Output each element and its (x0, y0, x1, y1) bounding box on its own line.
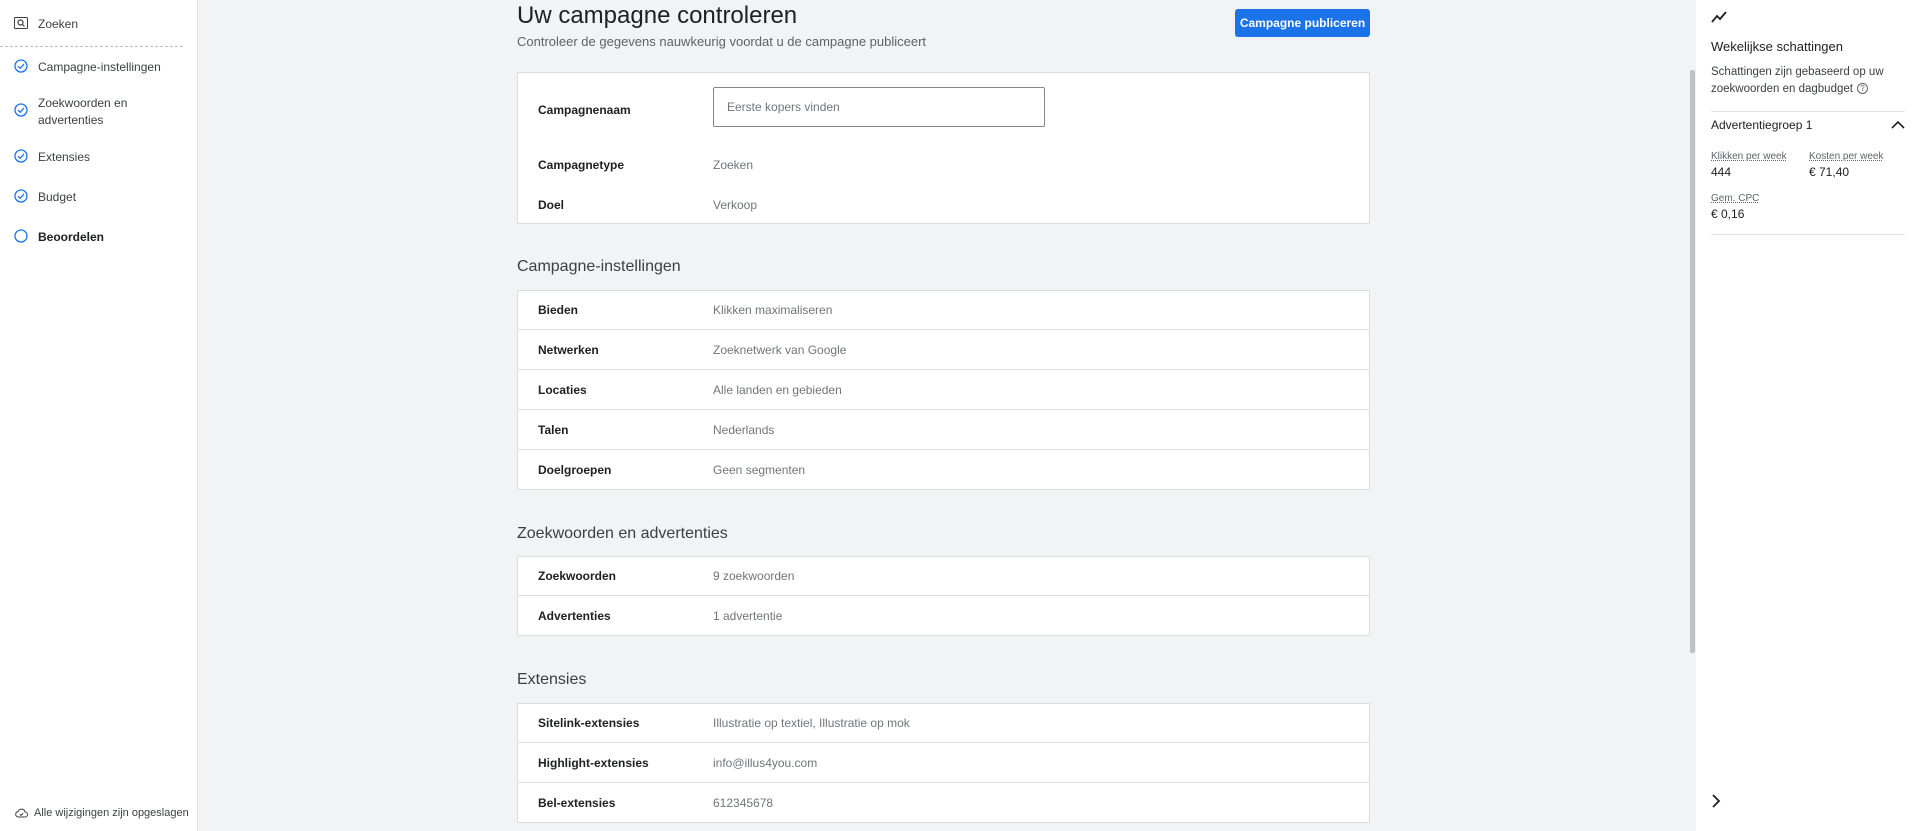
row-value: Nederlands (713, 422, 775, 437)
sidebar-item-zoekwoorden[interactable]: Zoekwoorden en advertenties (0, 95, 150, 129)
campaign-name-label: Campagnenaam (538, 103, 631, 117)
row-value: Alle landen en gebieden (713, 382, 842, 397)
row-value: Geen segmenten (713, 462, 806, 477)
sidebar-item-label: Budget (38, 190, 77, 204)
avg-cpc-label: Gem. CPC (1711, 193, 1760, 204)
avg-cpc-stat: Gem. CPC € 0,16 (1711, 193, 1759, 221)
empty-circle-icon (14, 229, 28, 243)
row-value: 1 advertentie (713, 608, 783, 623)
estimates-panel: Wekelijkse schattingen Schattingen zijn … (1696, 0, 1920, 831)
saved-status-text: Alle wijzigingen zijn opgeslagen (34, 807, 189, 819)
extensions-row-highlight[interactable]: Highlight-extensies info@illus4you.com (517, 743, 1370, 783)
publish-campaign-button[interactable]: Campagne publiceren (1235, 9, 1370, 37)
row-value: Klikken maximaliseren (713, 303, 833, 317)
campaign-goal-value: Verkoop (713, 198, 758, 212)
row-value: Zoeknetwerk van Google (713, 342, 847, 357)
search-box-icon (14, 16, 28, 30)
row-value: 612345678 (713, 795, 774, 810)
extensions-row-bel[interactable]: Bel-extensies 612345678 (517, 783, 1370, 823)
clicks-per-week-stat: Klikken per week 444 (1711, 151, 1787, 179)
campaign-goal-label: Doel (538, 198, 565, 212)
section-title-extensies: Extensies (517, 671, 587, 688)
sidebar-item-budget[interactable]: Budget (0, 189, 90, 206)
estimates-description: Schattingen zijn gebaseerd op uw zoekwoo… (1711, 64, 1911, 98)
check-circle-icon (14, 59, 28, 73)
check-circle-icon (14, 149, 28, 163)
keywords-row-zoekwoorden[interactable]: Zoekwoorden 9 zoekwoorden (517, 556, 1370, 596)
row-value: 9 zoekwoorden (713, 569, 795, 583)
campaign-name-input[interactable] (713, 87, 1045, 127)
row-key: Locaties (538, 382, 587, 397)
divider (1711, 111, 1905, 112)
row-key: Talen (538, 422, 569, 437)
divider (1711, 234, 1905, 235)
row-key: Bieden (538, 303, 579, 317)
trending-up-icon (1711, 10, 1727, 29)
help-icon[interactable]: ? (1856, 83, 1868, 94)
page-subtitle: Controleer de gegevens nauwkeurig voorda… (517, 34, 927, 49)
check-circle-icon (14, 103, 28, 117)
keywords-row-advertenties[interactable]: Advertenties 1 advertentie (517, 596, 1370, 636)
main-scrollbar[interactable] (1690, 70, 1695, 653)
page-title: Uw campagne controleren (517, 2, 798, 29)
settings-row-locaties[interactable]: Locaties Alle landen en gebieden (517, 370, 1370, 410)
sidebar-item-extensies[interactable]: Extensies (0, 149, 104, 166)
campaign-summary-card: Campagnenaam Campagnetype Zoeken Doel Ve… (517, 72, 1370, 224)
row-key: Doelgroepen (538, 462, 612, 477)
extensions-row-sitelink[interactable]: Sitelink-extensies Illustratie op textiel… (517, 703, 1370, 743)
sidebar-item-label: Zoekwoorden en advertenties (38, 96, 128, 127)
estimates-title: Wekelijkse schattingen (1711, 39, 1843, 54)
ad-group-header[interactable]: Advertentiegroep 1 (1711, 118, 1905, 132)
check-circle-icon (14, 189, 28, 203)
row-key: Netwerken (538, 342, 599, 357)
campaign-type-value: Zoeken (713, 158, 754, 172)
extensions-list: Sitelink-extensies Illustratie op textiel… (517, 703, 1370, 823)
sidebar-item-campagne-instellingen[interactable]: Campagne-instellingen (0, 59, 175, 76)
ad-group-label: Advertentiegroep 1 (1711, 118, 1813, 132)
row-key: Bel-extensies (538, 795, 616, 810)
chevron-up-icon[interactable] (1891, 118, 1905, 132)
row-key: Highlight-extensies (538, 755, 649, 770)
section-title-campagne-instellingen: Campagne-instellingen (517, 258, 681, 275)
sidebar-item-label: Extensies (38, 150, 91, 164)
row-key: Advertenties (538, 608, 611, 623)
clicks-per-week-value: 444 (1711, 165, 1732, 179)
cost-per-week-label: Kosten per week (1809, 151, 1884, 162)
cost-per-week-stat: Kosten per week € 71,40 (1809, 151, 1884, 179)
settings-list: Bieden Klikken maximaliseren Netwerken Zoe… (517, 290, 1370, 490)
row-key: Sitelink-extensies (538, 716, 640, 730)
chevron-right-icon[interactable] (1711, 793, 1721, 814)
clicks-per-week-label: Klikken per week (1711, 151, 1787, 162)
cloud-done-icon (15, 808, 28, 818)
settings-row-doelgroepen[interactable]: Doelgroepen Geen segmenten (517, 450, 1370, 490)
campaign-type-label: Campagnetype (538, 158, 625, 172)
keywords-list: Zoekwoorden 9 zoekwoorden Advertenties 1 a… (517, 556, 1370, 636)
row-key: Zoekwoorden (538, 569, 617, 583)
cost-per-week-value: € 71,40 (1809, 165, 1850, 179)
settings-row-bieden[interactable]: Bieden Klikken maximaliseren (517, 290, 1370, 330)
saved-status: Alle wijzigingen zijn opgeslagen (15, 807, 189, 819)
settings-row-talen[interactable]: Talen Nederlands (517, 410, 1370, 450)
sidebar-item-beoordelen[interactable]: Beoordelen (0, 229, 118, 246)
sidebar: Zoeken Campagne-instellingen Zoekwoorden… (0, 0, 198, 831)
sidebar-item-label: Campagne-instellingen (38, 60, 161, 74)
section-title-zoekwoorden: Zoekwoorden en advertenties (517, 525, 728, 542)
settings-row-netwerken[interactable]: Netwerken Zoeknetwerk van Google (517, 330, 1370, 370)
sidebar-item-label: Zoeken (38, 17, 79, 31)
main-content: Uw campagne controleren Controleer de ge… (199, 0, 1696, 831)
row-value: info@illus4you.com (713, 755, 818, 770)
sidebar-item-zoeken[interactable]: Zoeken (0, 16, 183, 47)
row-value: Illustratie op textiel, Illustratie op m… (713, 716, 910, 730)
avg-cpc-value: € 0,16 (1711, 207, 1745, 221)
sidebar-item-label: Beoordelen (38, 230, 105, 244)
